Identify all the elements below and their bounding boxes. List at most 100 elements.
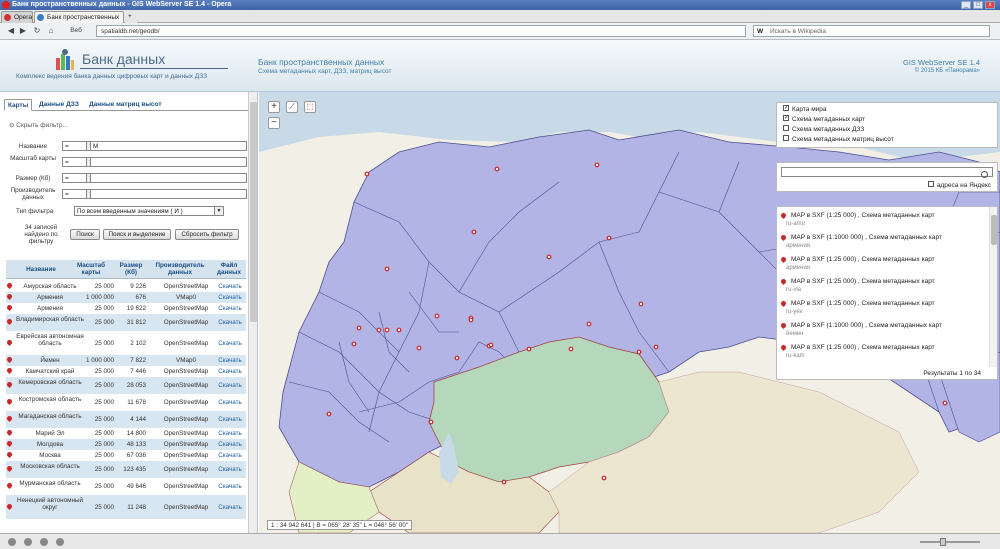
download-link[interactable]: Скачать bbox=[216, 368, 244, 375]
map-pin-icon[interactable] bbox=[5, 380, 14, 389]
download-link[interactable]: Скачать bbox=[216, 466, 244, 473]
result-title[interactable]: MAP в SXF (1:25 000) , Схема метаданных … bbox=[791, 278, 935, 286]
download-link[interactable]: Скачать bbox=[216, 399, 244, 406]
map-pin-icon[interactable] bbox=[5, 502, 14, 510]
result-title[interactable]: MAP в SXF (1:25 000) , Схема метаданных … bbox=[791, 256, 935, 264]
select-area-icon[interactable]: ⬚ bbox=[304, 101, 316, 113]
map-pin-icon[interactable] bbox=[5, 464, 14, 473]
table-row[interactable]: Марий Эл 25 000 14 800 OpenStreetMap Скачать bbox=[5, 428, 246, 439]
map-pin-icon[interactable] bbox=[5, 439, 14, 448]
zoom-out-button[interactable]: − bbox=[268, 117, 280, 129]
map-pin-icon[interactable] bbox=[5, 303, 14, 312]
map-pin-icon[interactable] bbox=[5, 281, 14, 290]
filter-value-input[interactable]: M bbox=[90, 141, 247, 151]
filter-value-input[interactable] bbox=[90, 157, 247, 167]
result-title[interactable]: MAP в SXF (1:1000 000) , Схема метаданны… bbox=[791, 322, 942, 330]
table-row[interactable]: Московская область 25 000 123 435 OpenStree… bbox=[5, 461, 246, 478]
tab-active[interactable]: Банк пространственных данных bbox=[34, 11, 124, 32]
layer-item[interactable]: Схема метаданных матриц высот bbox=[783, 135, 894, 144]
new-tab-button[interactable]: + bbox=[125, 11, 137, 23]
opera-menu-button[interactable]: Opera bbox=[1, 11, 33, 23]
search-button[interactable]: Поиск bbox=[70, 229, 100, 240]
result-title[interactable]: MAP в SXF (1:1000 000) , Схема метаданны… bbox=[791, 234, 942, 242]
map-pin-icon[interactable] bbox=[5, 414, 14, 423]
map-pin-icon[interactable] bbox=[5, 428, 14, 437]
map-pin-icon[interactable] bbox=[5, 292, 14, 301]
left-scrollbar[interactable] bbox=[248, 92, 257, 533]
download-link[interactable]: Скачать bbox=[216, 294, 244, 301]
download-link[interactable]: Скачать bbox=[216, 305, 244, 312]
table-row[interactable]: Йемен 1 000 000 7 822 VMap0 Скачать bbox=[5, 355, 246, 366]
close-icon[interactable]: x bbox=[985, 1, 995, 9]
map-pin-icon[interactable] bbox=[5, 317, 14, 326]
table-row[interactable]: Ненецкий автономный округ 25 000 11 248 Ope… bbox=[5, 495, 246, 519]
download-link[interactable]: Скачать bbox=[216, 319, 244, 326]
map-pin-icon[interactable] bbox=[5, 338, 14, 346]
table-row[interactable]: Амурская область 25 000 9 226 OpenStreetMap… bbox=[5, 281, 246, 292]
map-pin-icon[interactable] bbox=[5, 481, 14, 490]
checkbox-checked-icon[interactable]: ✓ bbox=[783, 115, 789, 122]
turbo-icon[interactable] bbox=[40, 538, 48, 546]
address-search-input[interactable] bbox=[781, 167, 993, 178]
column-header[interactable]: Размер (Кб) bbox=[116, 262, 146, 276]
map-pin-icon[interactable] bbox=[5, 450, 14, 459]
search-select-button[interactable]: Поиск и выделение bbox=[103, 229, 171, 240]
checkbox-icon[interactable] bbox=[783, 135, 789, 142]
cloud-icon[interactable] bbox=[24, 538, 32, 546]
maximize-icon[interactable]: □ bbox=[973, 1, 983, 9]
reset-filter-button[interactable]: Сбросить фильтр bbox=[175, 229, 239, 240]
map-pin-icon[interactable] bbox=[5, 397, 14, 406]
download-link[interactable]: Скачать bbox=[216, 483, 244, 490]
table-row[interactable]: Молдова 25 000 48 133 OpenStreetMap Скачать bbox=[5, 439, 246, 450]
search-input[interactable]: W Искать в Wikipedia bbox=[753, 25, 990, 37]
result-title[interactable]: MAP в SXF (1:25 000) , Схема метаданных … bbox=[791, 300, 935, 308]
table-row[interactable]: Владимирская область 25 000 31 812 OpenStre… bbox=[5, 314, 246, 331]
download-link[interactable]: Скачать bbox=[216, 416, 244, 423]
forward-icon[interactable]: ▶ bbox=[18, 26, 28, 36]
table-row[interactable]: Магаданская область 25 000 4 144 OpenStreet… bbox=[5, 411, 246, 428]
map-pin-icon[interactable] bbox=[5, 355, 14, 364]
back-icon[interactable]: ◀ bbox=[6, 26, 16, 36]
table-row[interactable]: Армения 1 000 000 676 VMap0 Скачать bbox=[5, 292, 246, 303]
table-row[interactable]: Еврейская автономная область 25 000 2 102 O… bbox=[5, 331, 246, 355]
table-row[interactable]: Костромская область 25 000 11 678 OpenStree… bbox=[5, 394, 246, 411]
filter-toggle[interactable]: ⊖ Скрыть фильтр... bbox=[9, 121, 68, 129]
tab-elevation[interactable]: Данные матриц высот bbox=[86, 99, 165, 111]
table-row[interactable]: Мурманская область 25 000 49 646 OpenStreet… bbox=[5, 478, 246, 495]
scrollbar-thumb[interactable] bbox=[991, 215, 997, 245]
map-view[interactable]: + − ⟋ ⬚ ✓ Карта мира ✓ Схема метаданных ка… bbox=[259, 92, 1000, 533]
minimize-icon[interactable]: _ bbox=[961, 1, 971, 9]
download-link[interactable]: Скачать bbox=[216, 357, 244, 364]
zoom-in-button[interactable]: + bbox=[268, 101, 280, 113]
zoom-slider[interactable] bbox=[920, 538, 980, 546]
result-title[interactable]: MAP в SXF (1:25 000) , Схема метаданных … bbox=[791, 344, 935, 352]
layer-item[interactable]: ✓ Карта мира bbox=[783, 105, 827, 114]
download-link[interactable]: Скачать bbox=[216, 452, 244, 459]
checkbox-icon[interactable] bbox=[783, 125, 789, 132]
table-row[interactable]: Москва 25 000 67 036 OpenStreetMap Скачать bbox=[5, 450, 246, 461]
scrollbar-thumb[interactable] bbox=[250, 102, 257, 322]
zoom-slider-handle[interactable] bbox=[940, 538, 946, 546]
filter-value-input[interactable] bbox=[90, 173, 247, 183]
column-header[interactable]: Производитель данных bbox=[152, 262, 208, 276]
filter-type-select[interactable]: По всем введенным значениям ( И ) ▼ bbox=[74, 206, 224, 216]
search-icon[interactable] bbox=[981, 171, 988, 178]
layer-item[interactable]: Схема метаданных ДЗЗ bbox=[783, 125, 864, 134]
table-row[interactable]: Кемеровская область 25 000 28 053 OpenStree… bbox=[5, 377, 246, 394]
checkbox-checked-icon[interactable]: ✓ bbox=[783, 105, 789, 112]
table-row[interactable]: Камчатский край 25 000 7 446 OpenStreetMap С… bbox=[5, 366, 246, 377]
layer-item[interactable]: ✓ Схема метаданных карт bbox=[783, 115, 865, 124]
url-input[interactable]: spatialdb.net/geodb/ bbox=[96, 25, 746, 37]
download-link[interactable]: Скачать bbox=[216, 283, 244, 290]
map-pin-icon[interactable] bbox=[5, 366, 14, 375]
download-link[interactable]: Скачать bbox=[216, 340, 244, 347]
download-link[interactable]: Скачать bbox=[216, 382, 244, 389]
download-link[interactable]: Скачать bbox=[216, 430, 244, 437]
tab-remote-sensing[interactable]: Данные ДЗЗ bbox=[36, 99, 82, 111]
ruler-icon[interactable]: ⟋ bbox=[286, 101, 298, 113]
checkbox-icon[interactable] bbox=[927, 181, 934, 188]
table-row[interactable]: Армения 25 000 19 622 OpenStreetMap Скачать bbox=[5, 303, 246, 314]
home-icon[interactable]: ⌂ bbox=[46, 26, 56, 36]
filter-value-input[interactable] bbox=[90, 189, 247, 199]
results-scrollbar[interactable] bbox=[989, 207, 997, 367]
